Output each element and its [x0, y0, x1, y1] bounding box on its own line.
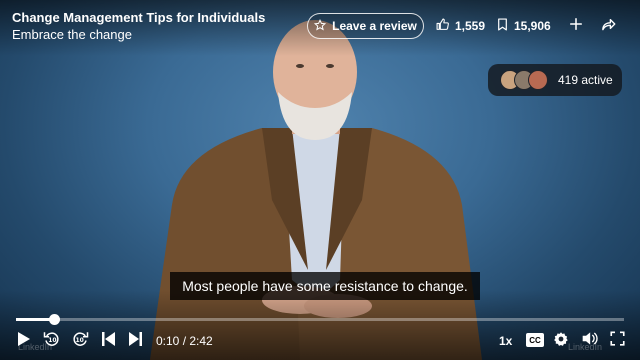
like-count: 1,559 — [455, 19, 486, 33]
active-viewers-pill[interactable]: 419 active — [488, 64, 622, 96]
like-button[interactable]: 1,559 — [436, 18, 485, 34]
gear-icon — [553, 331, 569, 352]
save-count: 15,906 — [514, 19, 551, 33]
skip-next-icon — [128, 331, 142, 351]
video-progress-bar[interactable] — [16, 314, 624, 325]
cc-label: CC — [529, 335, 541, 345]
thumbs-up-icon — [436, 18, 449, 34]
course-title[interactable]: Change Management Tips for Individuals — [12, 9, 265, 26]
avatar — [528, 70, 548, 90]
add-to-collection-button[interactable] — [566, 16, 586, 36]
caption-text: Most people have some resistance to chan… — [182, 278, 468, 294]
time-display: 0:10 / 2:42 — [156, 334, 213, 348]
watermark-right: LinkedIn — [568, 342, 603, 352]
title-block: Change Management Tips for Individuals E… — [12, 9, 265, 43]
closed-captions-button[interactable]: CC — [526, 333, 544, 347]
active-viewers-count: 419 active — [558, 73, 613, 87]
bookmark-icon — [497, 18, 508, 34]
bottom-gradient-overlay — [0, 290, 640, 360]
share-arrow-icon — [601, 17, 616, 36]
playback-speed-button[interactable]: 1x — [499, 334, 512, 348]
viewer-avatars — [500, 70, 548, 90]
svg-text:10: 10 — [75, 337, 83, 344]
skip-previous-icon — [101, 331, 115, 351]
plus-icon — [569, 17, 583, 36]
next-video-button[interactable] — [127, 330, 143, 352]
subtitle-caption: Most people have some resistance to chan… — [170, 272, 480, 300]
forward-10-button[interactable]: 10 — [70, 330, 90, 352]
chapter-title: Embrace the change — [12, 27, 132, 42]
leave-review-button[interactable]: Leave a review — [307, 13, 424, 39]
progress-scrubber-handle[interactable] — [48, 314, 60, 325]
fullscreen-icon — [609, 331, 625, 351]
watermark-left: LinkedIn — [18, 342, 53, 352]
leave-review-label: Leave a review — [332, 19, 417, 33]
previous-video-button[interactable] — [100, 330, 116, 352]
fullscreen-button[interactable] — [608, 330, 626, 352]
save-button[interactable]: 15,906 — [497, 18, 551, 34]
video-frame[interactable] — [0, 0, 640, 360]
share-button[interactable] — [598, 16, 618, 36]
forward-10-icon: 10 — [71, 330, 89, 353]
star-icon — [314, 18, 327, 34]
